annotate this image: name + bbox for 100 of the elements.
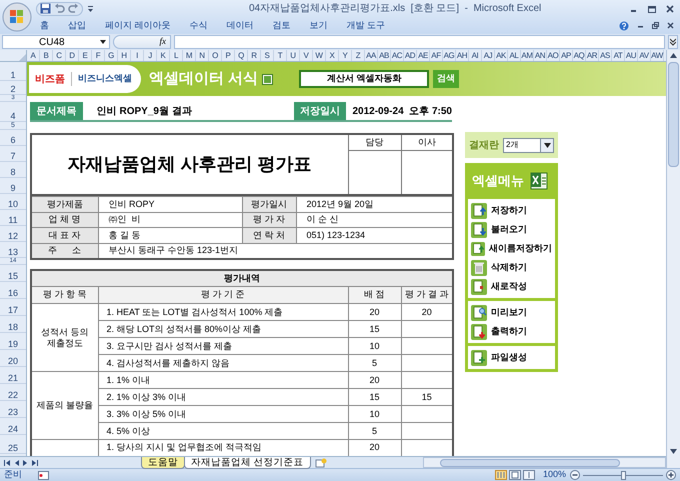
column-header[interactable]: L xyxy=(170,50,183,61)
menu-item[interactable]: 저장하기 xyxy=(471,201,552,220)
row-header[interactable]: 10 xyxy=(8,200,18,209)
column-header[interactable]: AQ xyxy=(573,50,586,61)
column-header[interactable]: AJ xyxy=(482,50,495,61)
column-header[interactable]: J xyxy=(144,50,157,61)
search-field[interactable]: 계산서 엑셀자동화 xyxy=(299,70,430,88)
save-icon[interactable] xyxy=(40,3,51,14)
first-sheet-icon[interactable] xyxy=(4,460,10,466)
row-header[interactable]: 13 xyxy=(8,248,18,257)
normal-view-icon[interactable] xyxy=(494,470,507,480)
column-header[interactable]: B xyxy=(40,50,53,61)
column-header[interactable]: T xyxy=(274,50,287,61)
row-header[interactable]: 18 xyxy=(8,323,18,332)
zoom-slider[interactable] xyxy=(583,470,663,480)
approval-select[interactable]: 2개 xyxy=(503,138,554,152)
customize-icon[interactable] xyxy=(87,4,94,12)
menu-item[interactable]: 미리보기 xyxy=(471,303,552,322)
row-header[interactable]: 1 xyxy=(10,71,16,80)
column-header[interactable]: AS xyxy=(599,50,612,61)
row-header[interactable]: 16 xyxy=(8,289,18,298)
menu-item[interactable]: 불러오기 xyxy=(471,220,552,239)
row-header[interactable]: 25 xyxy=(8,444,18,453)
row-header[interactable]: 9 xyxy=(10,184,16,193)
menu-item[interactable]: 삭제하기 xyxy=(471,258,552,277)
column-header[interactable]: I xyxy=(131,50,144,61)
row-header[interactable]: 4 xyxy=(10,112,16,121)
column-header[interactable]: A xyxy=(27,50,40,61)
column-header[interactable]: AL xyxy=(508,50,521,61)
column-header[interactable]: AF xyxy=(430,50,443,61)
menu-item[interactable]: 파일생성 xyxy=(471,348,552,367)
insert-sheet-icon[interactable] xyxy=(314,458,327,468)
column-header[interactable]: O xyxy=(209,50,222,61)
ribbon-tab[interactable]: 홈 xyxy=(40,18,49,32)
menu-item[interactable]: 새이름저장하기 xyxy=(471,239,552,258)
macro-record-icon[interactable] xyxy=(38,470,49,480)
column-header[interactable]: W xyxy=(313,50,326,61)
column-header[interactable]: S xyxy=(261,50,274,61)
restore-icon[interactable] xyxy=(652,22,659,29)
scroll-up-icon[interactable] xyxy=(670,53,677,58)
redo-icon[interactable] xyxy=(68,3,79,14)
column-header[interactable]: C xyxy=(53,50,66,61)
column-header[interactable]: AH xyxy=(456,50,469,61)
column-header[interactable]: Z xyxy=(352,50,365,61)
column-header[interactable]: AB xyxy=(378,50,391,61)
column-header[interactable]: AW xyxy=(651,50,664,61)
sheet-tab[interactable]: 도움말 xyxy=(141,456,185,468)
column-header[interactable]: X xyxy=(326,50,339,61)
row-header[interactable]: 24 xyxy=(8,425,18,434)
office-button-icon[interactable] xyxy=(2,2,32,32)
ribbon-tab[interactable]: 보기 xyxy=(310,18,328,32)
column-header[interactable]: AA xyxy=(365,50,378,61)
column-header[interactable]: AD xyxy=(404,50,417,61)
row-header[interactable]: 19 xyxy=(8,340,18,349)
column-header[interactable]: AO xyxy=(547,50,560,61)
column-header[interactable]: Y xyxy=(339,50,352,61)
page-break-view-icon[interactable] xyxy=(522,470,535,480)
row-header[interactable]: 23 xyxy=(8,408,18,417)
zoom-out-icon[interactable] xyxy=(570,470,580,480)
column-header[interactable]: AP xyxy=(560,50,573,61)
column-header[interactable]: AE xyxy=(417,50,430,61)
vertical-scrollbar[interactable] xyxy=(666,50,680,468)
menu-item[interactable]: 출력하기 xyxy=(471,322,552,341)
dropdown-icon[interactable] xyxy=(544,142,550,148)
column-header[interactable]: E xyxy=(79,50,92,61)
column-header[interactable]: AU xyxy=(625,50,638,61)
column-header[interactable]: H xyxy=(118,50,131,61)
column-header[interactable]: R xyxy=(248,50,261,61)
row-header[interactable]: 15 xyxy=(8,272,18,281)
scroll-down-icon[interactable] xyxy=(670,449,677,454)
column-header[interactable]: AR xyxy=(586,50,599,61)
column-header[interactable]: Q xyxy=(235,50,248,61)
ribbon-tab[interactable]: 데이터 xyxy=(226,18,254,32)
column-header[interactable]: AI xyxy=(469,50,482,61)
column-header[interactable]: AN xyxy=(534,50,547,61)
page-layout-view-icon[interactable] xyxy=(508,470,521,480)
ribbon-tab[interactable]: 페이지 레이아웃 xyxy=(105,18,171,32)
column-header[interactable]: N xyxy=(196,50,209,61)
scrollbar-thumb[interactable] xyxy=(440,458,620,466)
column-header[interactable]: D xyxy=(66,50,79,61)
column-header[interactable]: AG xyxy=(443,50,456,61)
close-icon[interactable] xyxy=(667,22,674,29)
row-header[interactable]: 12 xyxy=(8,232,18,241)
zoom-in-icon[interactable] xyxy=(666,470,676,480)
ribbon-tab[interactable]: 수식 xyxy=(190,18,208,32)
ribbon-tab[interactable]: 삽입 xyxy=(68,18,86,32)
expand-icon[interactable] xyxy=(670,38,676,46)
row-header[interactable]: 20 xyxy=(8,357,18,366)
ribbon-tab[interactable]: 검토 xyxy=(272,18,291,32)
dropdown-icon[interactable] xyxy=(100,40,106,44)
column-header[interactable]: G xyxy=(105,50,118,61)
row-header[interactable]: 2 xyxy=(10,85,16,94)
row-header[interactable]: 6 xyxy=(10,136,16,145)
ribbon-tab[interactable]: 개발 도구 xyxy=(346,18,386,32)
name-box[interactable]: CU48 xyxy=(2,35,110,49)
help-icon[interactable] xyxy=(619,20,629,30)
row-header[interactable]: 21 xyxy=(8,374,18,383)
menu-item[interactable]: 새로작성 xyxy=(471,277,552,296)
insert-function-button[interactable]: fx xyxy=(160,35,166,49)
zoom-slider-thumb[interactable] xyxy=(621,470,626,480)
